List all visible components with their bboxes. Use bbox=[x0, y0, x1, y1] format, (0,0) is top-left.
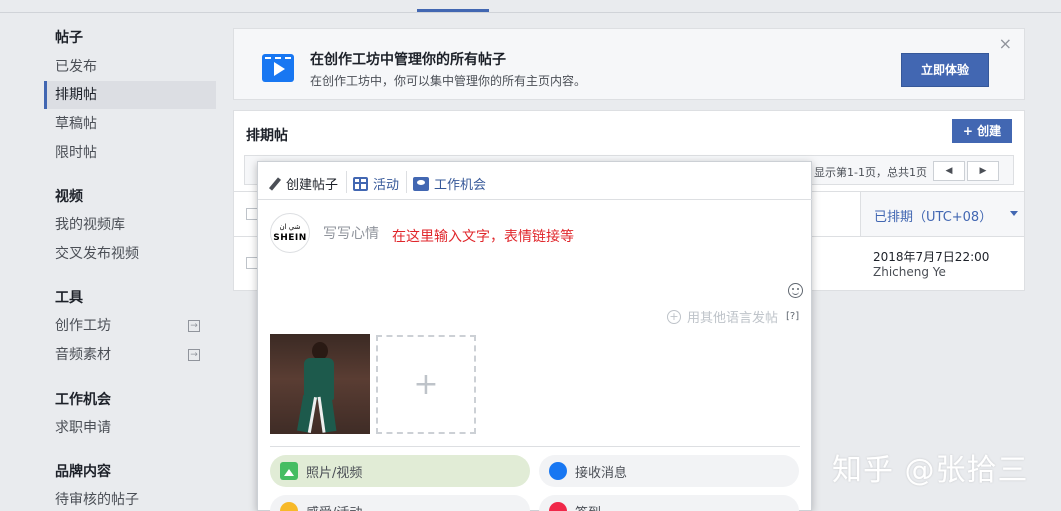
chevron-down-icon bbox=[1010, 211, 1018, 216]
banner-subtitle: 在创作工坊中，你可以集中管理你的所有主页内容。 bbox=[310, 74, 587, 88]
active-tab-indicator bbox=[417, 9, 489, 12]
get-messages-button[interactable]: 接收消息 bbox=[539, 455, 799, 487]
tab-label: 创建帖子 bbox=[286, 178, 339, 193]
sidebar-item-job-applications[interactable]: 求职申请 bbox=[44, 414, 216, 442]
sidebar-item-crosspost-video[interactable]: 交叉发布视频 bbox=[44, 240, 216, 268]
avatar-arabic-text: شي ان bbox=[279, 223, 301, 231]
creator-studio-banner: 在创作工坊中管理你的所有帖子 在创作工坊中，你可以集中管理你的所有主页内容。 立… bbox=[233, 28, 1025, 100]
avatar-brand-text: SHEIN bbox=[273, 233, 307, 243]
sidebar-section-tools: 工具 bbox=[55, 290, 83, 306]
photo-figure bbox=[317, 395, 337, 433]
sidebar-item-creator-studio[interactable]: 创作工坊 → bbox=[44, 312, 216, 340]
help-icon[interactable]: [?] bbox=[786, 311, 799, 322]
sidebar-item-scheduled[interactable]: 排期帖 bbox=[44, 81, 216, 109]
prev-page-button[interactable]: ◀ bbox=[933, 161, 965, 181]
try-now-button[interactable]: 立即体验 bbox=[901, 53, 989, 87]
next-page-button[interactable]: ▶ bbox=[967, 161, 999, 181]
photo-figure bbox=[304, 358, 334, 400]
row-author: Zhicheng Ye bbox=[873, 265, 946, 279]
tab-divider bbox=[406, 171, 407, 193]
sidebar-item-video-library[interactable]: 我的视频库 bbox=[44, 211, 216, 239]
action-label: 接收消息 bbox=[575, 465, 628, 481]
emoji-icon[interactable] bbox=[788, 283, 803, 298]
tab-divider bbox=[346, 171, 347, 193]
sidebar-item-sound-collection[interactable]: 音频素材 → bbox=[44, 341, 216, 369]
panel-title: 排期帖 bbox=[246, 128, 288, 144]
briefcase-icon bbox=[413, 176, 429, 191]
check-in-button[interactable]: 签到 bbox=[539, 495, 799, 511]
action-label: 签到 bbox=[575, 502, 601, 511]
action-label: 照片/视频 bbox=[306, 465, 363, 481]
tab-create-post[interactable]: 创建帖子 bbox=[267, 174, 338, 193]
top-nav-bar bbox=[0, 0, 1061, 13]
annotation-text: 在这里输入文字，表情链接等 bbox=[392, 229, 574, 245]
create-button[interactable]: + 创建 bbox=[952, 119, 1012, 143]
feeling-icon bbox=[280, 502, 298, 511]
attached-photo[interactable] bbox=[270, 334, 370, 434]
calendar-icon bbox=[353, 176, 368, 191]
sidebar-item-label: 创作工坊 bbox=[55, 318, 111, 334]
tab-label: 工作机会 bbox=[434, 178, 487, 193]
sidebar-item-label: 音频素材 bbox=[55, 347, 111, 363]
pager-text: 显示第1-1页，总共1页 bbox=[814, 166, 927, 179]
location-pin-icon bbox=[545, 498, 571, 511]
sidebar-item-expiring[interactable]: 限时帖 bbox=[44, 139, 216, 167]
photo-icon bbox=[280, 462, 298, 480]
plus-circle-icon: + bbox=[667, 309, 681, 324]
tab-label: 活动 bbox=[373, 178, 400, 193]
add-photo-button[interactable]: + bbox=[376, 335, 476, 434]
external-link-icon: → bbox=[188, 320, 200, 332]
sidebar-section-posts: 帖子 bbox=[55, 30, 83, 46]
messenger-icon bbox=[549, 462, 567, 480]
sidebar-section-videos: 视频 bbox=[55, 189, 83, 205]
page-avatar: شي ان SHEIN bbox=[270, 213, 310, 253]
plus-icon: + bbox=[413, 367, 439, 402]
post-text-input[interactable]: 写写心情 bbox=[323, 223, 379, 243]
sidebar-item-pending-posts[interactable]: 待审核的帖子 bbox=[44, 486, 216, 511]
creator-studio-icon bbox=[262, 54, 294, 82]
pencil-icon bbox=[267, 177, 281, 191]
sidebar-item-drafts[interactable]: 草稿帖 bbox=[44, 110, 216, 138]
divider bbox=[270, 446, 800, 447]
sidebar-section-branded-content: 品牌内容 bbox=[55, 464, 111, 480]
action-label: 感受/活动 bbox=[306, 502, 362, 511]
composer-tabs: 创建帖子 活动 工作机会 bbox=[258, 162, 813, 200]
sidebar-item-published[interactable]: 已发布 bbox=[44, 53, 216, 81]
banner-title: 在创作工坊中管理你的所有帖子 bbox=[310, 52, 506, 68]
tab-job[interactable]: 工作机会 bbox=[413, 174, 486, 193]
photo-figure bbox=[296, 395, 318, 433]
column-header-label: 已排期（UTC+08） bbox=[874, 210, 993, 225]
link-label: 用其他语言发帖 bbox=[687, 311, 779, 326]
create-post-dialog: 创建帖子 活动 工作机会 شي ان SHEIN 写写心情 在这里输入文字，表情… bbox=[257, 161, 813, 511]
watermark: 知乎 @张拾三 bbox=[832, 453, 1029, 488]
feeling-activity-button[interactable]: 感受/活动 bbox=[270, 495, 530, 511]
scheduled-date: 2018年7月7日22:00 bbox=[873, 250, 990, 264]
external-link-icon: → bbox=[188, 349, 200, 361]
sidebar-section-jobs: 工作机会 bbox=[55, 392, 111, 408]
tab-event[interactable]: 活动 bbox=[353, 174, 399, 193]
post-other-language-link[interactable]: + 用其他语言发帖 [?] bbox=[667, 307, 799, 326]
photo-video-button[interactable]: 照片/视频 bbox=[270, 455, 530, 487]
close-icon[interactable]: × bbox=[999, 34, 1012, 53]
scheduled-column-header[interactable]: 已排期（UTC+08） bbox=[860, 192, 1024, 236]
